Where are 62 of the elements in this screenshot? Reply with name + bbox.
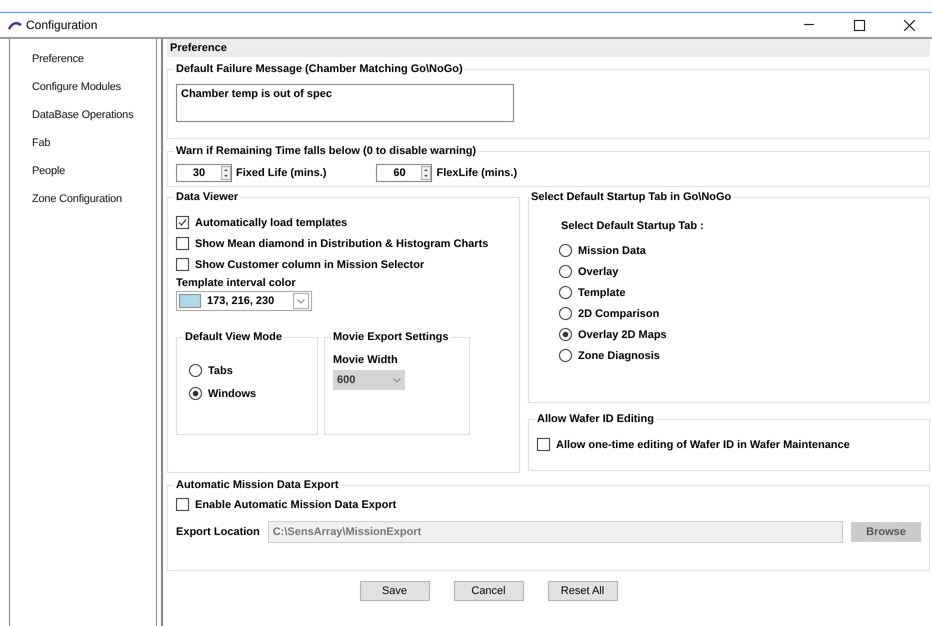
checkbox[interactable]: Automatically load templates [176,216,511,229]
close-icon[interactable] [904,20,914,30]
field-label: Select Default Startup Tab : [561,220,705,232]
window-title: Configuration [26,18,98,32]
checkbox-box[interactable] [176,258,189,271]
sidebar-item[interactable]: Fab [32,135,156,151]
chevron-down-icon [297,298,305,304]
sidebar-item[interactable]: Configure Modules [32,79,156,95]
group-title: Warn if Remaining Time falls below (0 to disable warning) [174,145,478,157]
group-title: Default Failure Message (Chamber Matching Go\NoGo) [174,63,465,75]
radio-circle[interactable] [559,328,572,341]
message-field[interactable]: Chamber temp is out of spec [176,84,514,122]
number-spinner[interactable]: 30 [176,164,232,182]
field-label: Export Location [176,526,260,538]
checkbox[interactable]: Show Customer column in Mission Selector [176,258,511,271]
radio-circle[interactable] [559,349,572,362]
spin-arrows-icon[interactable] [221,166,231,180]
group-title: Default View Mode [183,331,284,343]
number-spinner[interactable]: 60 [376,164,432,182]
group-title: Movie Export Settings [331,331,451,343]
field-label: FlexLife (mins.) [436,167,518,179]
radio-circle[interactable] [189,364,202,377]
group-title: Allow Wafer ID Editing [535,413,656,425]
checkbox[interactable]: Allow one-time editing of Wafer ID in Wafer Maintenance [537,438,921,451]
sidebar-item[interactable]: Preference [32,51,156,67]
radio-button[interactable]: Overlay [559,265,921,278]
radio-button[interactable]: Windows [189,387,309,400]
radio-circle[interactable] [189,387,202,400]
checkbox-box[interactable] [176,237,189,250]
checkmark-icon [178,218,187,227]
maximize-icon[interactable] [854,20,864,30]
radio-circle[interactable] [559,265,572,278]
dialog-button[interactable]: Reset All [548,581,618,601]
checkbox-box[interactable] [176,216,189,229]
radio-button[interactable]: Zone Diagnosis [559,349,921,362]
sidebar-item[interactable]: DataBase Operations [32,107,156,123]
field-label: Movie Width [333,354,399,366]
spin-arrows-icon[interactable] [421,166,432,180]
dialog-button[interactable]: Cancel [454,581,524,601]
group-title: Select Default Startup Tab in Go\NoGo [529,191,734,203]
radio-button[interactable]: Template [559,286,921,299]
radio-circle[interactable] [559,286,572,299]
radio-button[interactable]: Mission Data [559,244,921,257]
color-picker[interactable]: 173, 216, 230 [176,291,312,311]
page-header: Preference [167,39,930,57]
radio-circle[interactable] [559,307,572,320]
checkbox-box[interactable] [537,438,550,451]
minimize-icon[interactable] [804,24,814,26]
app-logo-icon [8,20,22,30]
dialog-button[interactable]: Save [360,581,430,601]
radio-button[interactable]: 2D Comparison [559,307,921,320]
group-title: Automatic Mission Data Export [174,479,341,491]
group-title: Data Viewer [174,191,240,203]
sidebar-item[interactable]: People [32,163,156,179]
chevron-down-icon [393,378,401,383]
radio-button[interactable]: Overlay 2D Maps [559,328,921,341]
checkbox[interactable]: Show Mean diamond in Distribution & Histogram Charts [176,237,511,250]
field-label: Template interval color [176,277,297,289]
sidebar-item[interactable]: Zone Configuration [32,191,156,207]
radio-button[interactable]: Tabs [189,364,309,377]
field-label: Fixed Life (mins.) [236,167,326,179]
radio-circle[interactable] [559,244,572,257]
